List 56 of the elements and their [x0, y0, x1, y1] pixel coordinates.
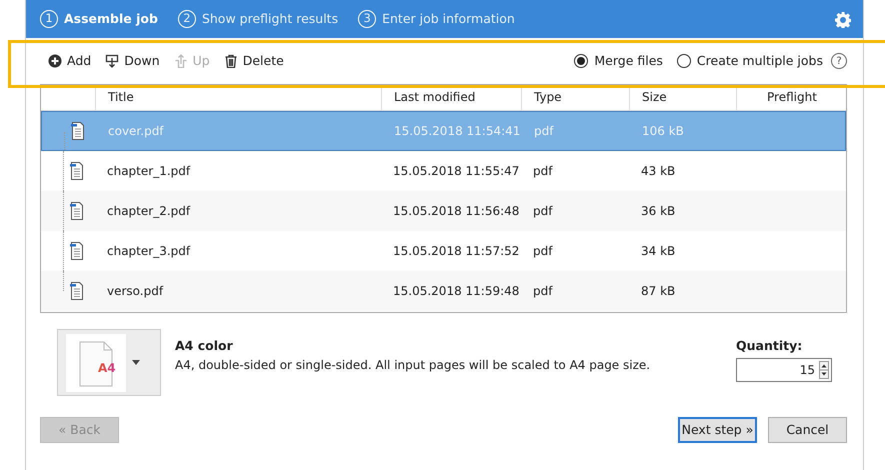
file-row[interactable]: chapter_3.pdf 15.05.2018 11:57:52 pdf 34 kB [41, 231, 846, 271]
spinner-arrows-icon[interactable] [819, 360, 829, 379]
column-header: Preflight [736, 85, 846, 110]
column-header: Title [95, 85, 381, 110]
file-row[interactable]: chapter_1.pdf 15.05.2018 11:55:47 pdf 43 kB [41, 151, 846, 191]
table-cell-text: 87 kB [640, 283, 676, 300]
paper-selector[interactable]: A4 [57, 329, 161, 396]
table-cell-text: 34 kB [640, 243, 676, 260]
column-header: Last modified [381, 85, 521, 110]
document-icon [69, 282, 85, 300]
table-cell-text: 15.05.2018 11:59:48 [392, 283, 520, 300]
table-cell-text: pdf [532, 203, 554, 220]
document-icon [69, 242, 85, 260]
table-cell-text: pdf [532, 283, 554, 300]
wizard-button[interactable]: Next step » [678, 417, 757, 443]
table-cell-text: 15.05.2018 11:55:47 [392, 163, 520, 180]
table-cell-text: verso.pdf [106, 283, 164, 300]
table-cell-text: 15.05.2018 11:54:41 [393, 123, 522, 140]
table-cell-text: pdf [532, 243, 554, 260]
document-icon [69, 202, 85, 220]
radio-option[interactable]: Merge files [574, 52, 663, 70]
help-icon[interactable]: ? [831, 53, 847, 69]
file-row[interactable]: chapter_2.pdf 15.05.2018 11:56:48 pdf 36 kB [41, 191, 846, 231]
table-cell-text: 15.05.2018 11:56:48 [392, 203, 520, 220]
table-cell-text: chapter_1.pdf [106, 163, 192, 180]
table-cell-text: pdf [532, 163, 554, 180]
table-cell-text: 36 kB [640, 203, 676, 220]
radio-option[interactable]: Create multiple jobs [676, 52, 823, 70]
column-header: Type [521, 85, 629, 110]
table-cell-text: chapter_2.pdf [106, 203, 192, 220]
table-cell-text: pdf [533, 123, 555, 140]
table-cell-text: 15.05.2018 11:57:52 [392, 243, 520, 260]
page-thumbnail [66, 334, 126, 392]
document-icon [70, 122, 86, 140]
file-row[interactable]: verso.pdf 15.05.2018 11:59:48 pdf 87 kB [41, 271, 846, 311]
up-icon [174, 54, 188, 68]
table-cell-text: cover.pdf [107, 123, 165, 140]
trash-icon [224, 54, 238, 68]
toolbar-button[interactable]: Add [48, 52, 92, 70]
table-cell-text: chapter_3.pdf [106, 243, 192, 260]
table-cell-text: 106 kB [641, 123, 685, 140]
paper-description: A4, double-sided or single-sided. All input pages will be scaled to A4 page size. [175, 356, 652, 374]
toolbar-button[interactable]: Delete [224, 52, 284, 70]
quantity-field[interactable]: 15 [736, 358, 832, 382]
table-cell-text: 43 kB [640, 163, 676, 180]
column-header: Size [629, 85, 736, 110]
down-icon [105, 54, 120, 68]
quantity-label: Quantity: [736, 337, 804, 355]
toolbar-button[interactable]: Down [105, 52, 160, 70]
paper-name: A4 color [175, 337, 234, 355]
document-icon [69, 162, 85, 180]
wizard-step[interactable]: 1 Assemble job [40, 10, 158, 28]
dropdown-caret-icon [132, 360, 140, 365]
wizard-button[interactable]: Cancel [768, 417, 847, 443]
add-icon [48, 54, 62, 68]
settings-icon[interactable] [835, 12, 851, 28]
